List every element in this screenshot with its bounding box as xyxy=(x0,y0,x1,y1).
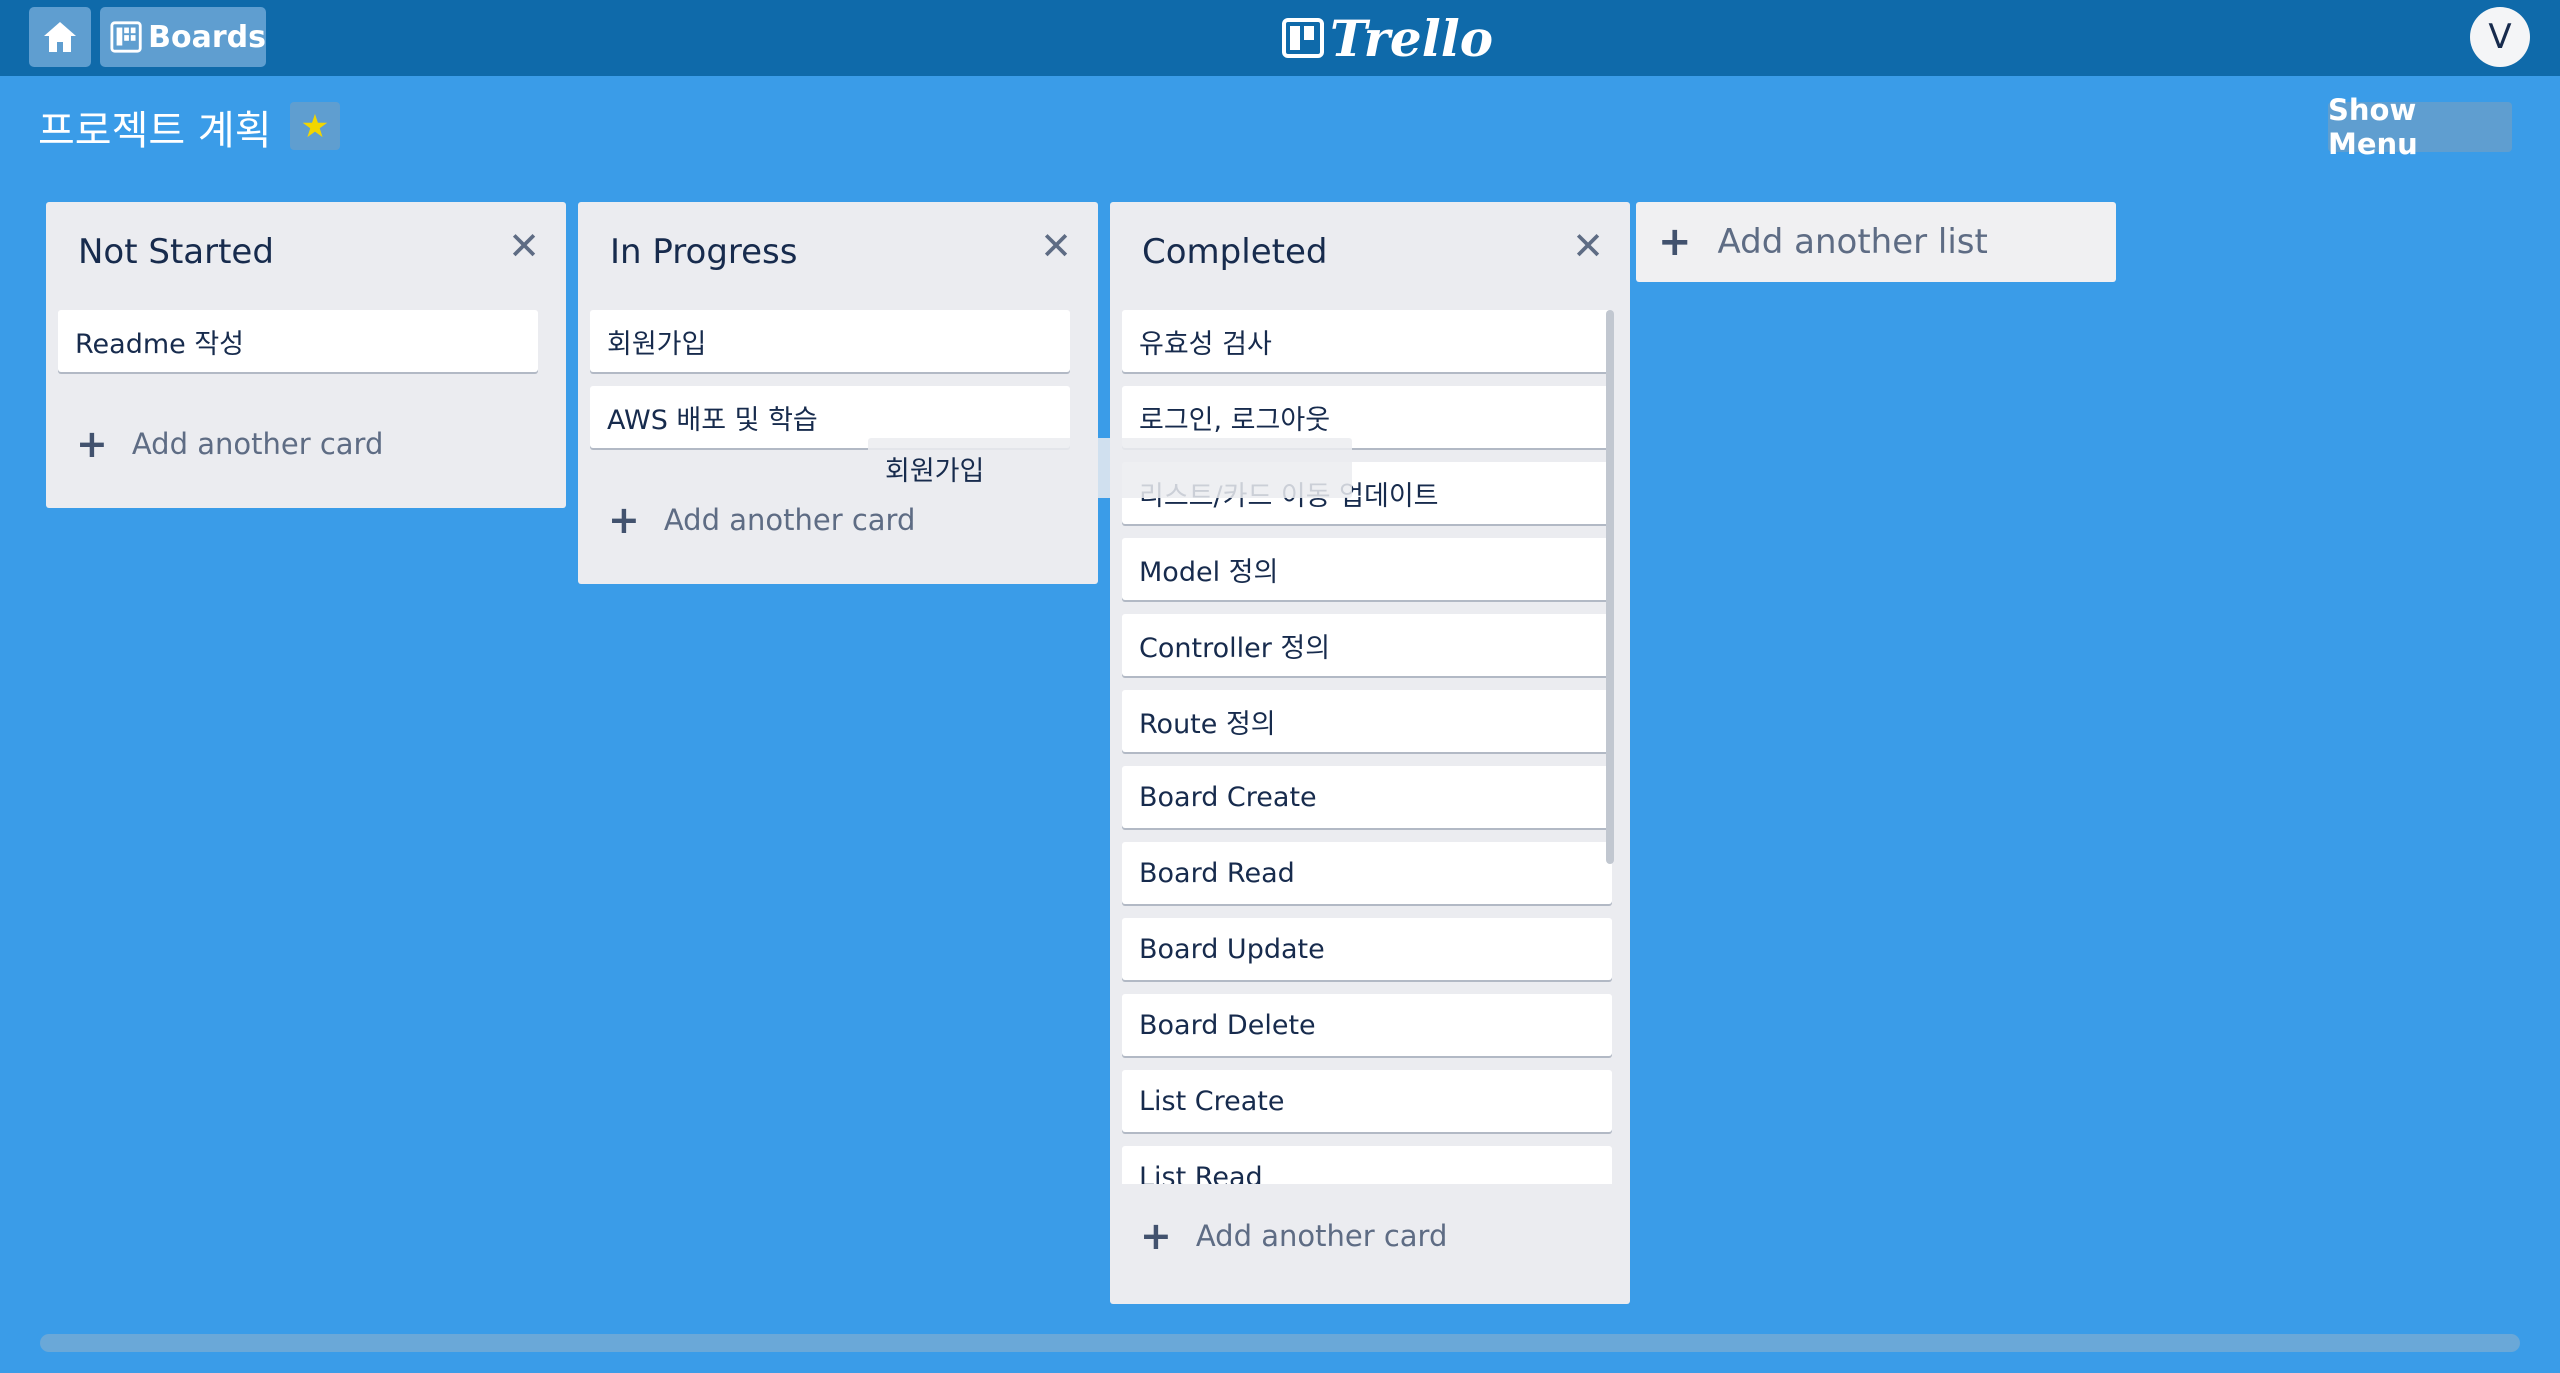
close-icon[interactable]: ✕ xyxy=(1040,224,1072,268)
app-logo[interactable]: Trello xyxy=(1282,8,1493,68)
card[interactable]: Board Delete xyxy=(1122,994,1612,1056)
close-icon[interactable]: ✕ xyxy=(508,224,540,268)
horizontal-scrollbar[interactable] xyxy=(40,1334,2520,1352)
show-menu-button[interactable]: Show Menu xyxy=(2328,93,2512,161)
boards-label: Boards xyxy=(148,19,266,55)
user-avatar[interactable]: V xyxy=(2470,7,2530,67)
card[interactable]: List Create xyxy=(1122,1070,1612,1132)
card[interactable]: 회원가입 xyxy=(590,310,1070,372)
logo-text: Trello xyxy=(1330,8,1494,68)
list-not-started: Not Started ✕ Readme 작성 + Add another ca… xyxy=(46,202,566,508)
list-scrollbar[interactable] xyxy=(1606,310,1614,864)
add-card-label: Add another card xyxy=(663,503,916,537)
boards-button[interactable]: Boards xyxy=(100,7,266,67)
card[interactable]: Route 정의 xyxy=(1122,690,1612,752)
add-card-button[interactable]: + Add another card xyxy=(608,498,915,542)
boards-icon xyxy=(110,21,142,53)
list-title[interactable]: In Progress xyxy=(610,232,797,272)
close-icon[interactable]: ✕ xyxy=(1572,224,1604,268)
home-button[interactable] xyxy=(29,7,91,67)
list-completed: Completed ✕ 유효성 검사 로그인, 로그아웃 리스트/카드 이동 업… xyxy=(1110,202,1630,1304)
home-icon xyxy=(44,22,76,52)
card[interactable]: Board Create xyxy=(1122,766,1612,828)
add-card-label: Add another card xyxy=(131,427,384,461)
add-list-label: Add another list xyxy=(1717,222,1988,262)
card[interactable]: Board Update xyxy=(1122,918,1612,980)
card[interactable]: 유효성 검사 xyxy=(1122,310,1612,372)
card-list: Readme 작성 xyxy=(58,310,538,386)
dragging-card[interactable]: 회원가입 xyxy=(868,438,1352,498)
plus-icon: + xyxy=(1140,1214,1172,1258)
card[interactable]: Board Read xyxy=(1122,842,1612,904)
add-list-button[interactable]: + Add another list xyxy=(1636,202,2116,282)
plus-icon: + xyxy=(608,498,640,542)
star-icon: ★ xyxy=(300,107,330,145)
list-in-progress: In Progress ✕ 회원가입 AWS 배포 및 학습 + Add ano… xyxy=(578,202,1098,584)
list-title[interactable]: Not Started xyxy=(78,232,274,272)
card[interactable]: Model 정의 xyxy=(1122,538,1612,600)
add-card-button[interactable]: + Add another card xyxy=(76,422,383,466)
board-title[interactable]: 프로젝트 계획 xyxy=(38,98,272,156)
star-button[interactable]: ★ xyxy=(290,102,340,150)
card[interactable]: Controller 정의 xyxy=(1122,614,1612,676)
add-card-button[interactable]: + Add another card xyxy=(1140,1214,1447,1258)
logo-icon xyxy=(1282,18,1324,58)
plus-icon: + xyxy=(1658,219,1692,265)
list-title[interactable]: Completed xyxy=(1142,232,1327,272)
top-navbar: Boards Trello V xyxy=(0,0,2560,76)
card[interactable]: List Read xyxy=(1122,1146,1612,1184)
add-card-label: Add another card xyxy=(1195,1219,1448,1253)
plus-icon: + xyxy=(76,422,108,466)
card[interactable]: Readme 작성 xyxy=(58,310,538,372)
